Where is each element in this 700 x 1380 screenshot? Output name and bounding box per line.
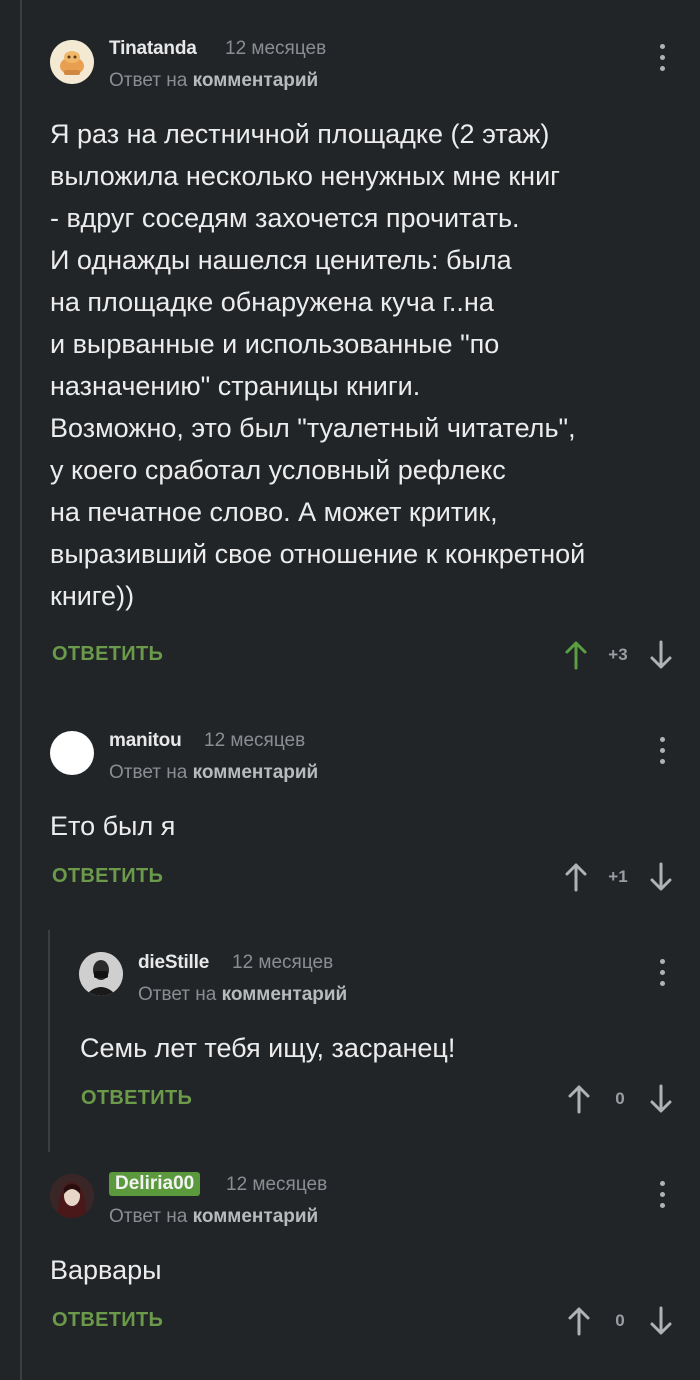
reply-button[interactable]: ОТВЕТИТЬ [52, 643, 163, 666]
rating-count: +3 [608, 645, 628, 664]
author-name[interactable]: Deliria00 [109, 1172, 201, 1196]
author-name[interactable]: Tinatanda [109, 38, 197, 60]
comment-nested: dieStille 12 месяцев Ответ на комментари… [0, 930, 700, 1152]
rating-count: 0 [615, 1311, 625, 1330]
avatar[interactable] [50, 40, 94, 84]
timestamp: 12 месяцев [204, 730, 306, 751]
author-name[interactable]: manitou [109, 730, 182, 752]
comment-text: Я раз на лестничной площадке (2 этаж) вы… [50, 119, 586, 611]
more-menu-icon[interactable] [654, 44, 670, 74]
arrow-up-icon[interactable] [564, 862, 588, 892]
rating-count: 0 [615, 1089, 625, 1108]
arrow-up-icon[interactable] [567, 1306, 591, 1336]
comment-text: Варвары [50, 1255, 162, 1285]
reply-to-link[interactable]: комментарий [193, 762, 319, 783]
reply-to: Ответ на комментарий [138, 984, 347, 1006]
reply-button[interactable]: ОТВЕТИТЬ [52, 1309, 163, 1332]
comment: Tinatanda 12 месяцев Ответ на комментари… [0, 0, 700, 700]
avatar[interactable] [79, 952, 123, 996]
avatar[interactable] [50, 731, 94, 775]
more-menu-icon[interactable] [654, 737, 670, 767]
avatar[interactable] [50, 1174, 94, 1218]
timestamp: 12 месяцев [226, 1174, 328, 1195]
more-menu-icon[interactable] [654, 959, 670, 989]
reply-to-prefix: Ответ на [109, 762, 188, 783]
arrow-down-icon[interactable] [649, 1306, 673, 1336]
reply-button[interactable]: ОТВЕТИТЬ [81, 1087, 192, 1110]
more-menu-icon[interactable] [654, 1181, 670, 1211]
reply-button[interactable]: ОТВЕТИТЬ [52, 865, 163, 888]
reply-to-link[interactable]: комментарий [193, 70, 319, 91]
reply-to-link[interactable]: комментарий [193, 1206, 319, 1227]
reply-to: Ответ на комментарий [109, 70, 318, 92]
reply-to-link[interactable]: комментарий [222, 984, 348, 1005]
arrow-up-icon[interactable] [567, 1084, 591, 1114]
arrow-down-icon[interactable] [649, 640, 673, 670]
comment-text: Семь лет тебя ищу, засранец! [80, 1033, 456, 1063]
reply-to-prefix: Ответ на [109, 1206, 188, 1227]
arrow-down-icon[interactable] [649, 1084, 673, 1114]
rating-count: +1 [608, 867, 628, 886]
reply-to: Ответ на комментарий [109, 762, 318, 784]
comment: manitou 12 месяцев Ответ на комментарий … [0, 700, 700, 920]
reply-to-prefix: Ответ на [109, 70, 188, 91]
arrow-down-icon[interactable] [649, 862, 673, 892]
reply-to: Ответ на комментарий [109, 1206, 318, 1228]
arrow-up-icon[interactable] [564, 640, 588, 670]
timestamp: 12 месяцев [232, 952, 334, 973]
timestamp: 12 месяцев [225, 38, 327, 59]
author-name[interactable]: dieStille [138, 952, 209, 974]
comment-text: Ето был я [50, 811, 176, 841]
comment: Deliria00 12 месяцев Ответ на комментари… [0, 1152, 700, 1380]
reply-to-prefix: Ответ на [138, 984, 217, 1005]
